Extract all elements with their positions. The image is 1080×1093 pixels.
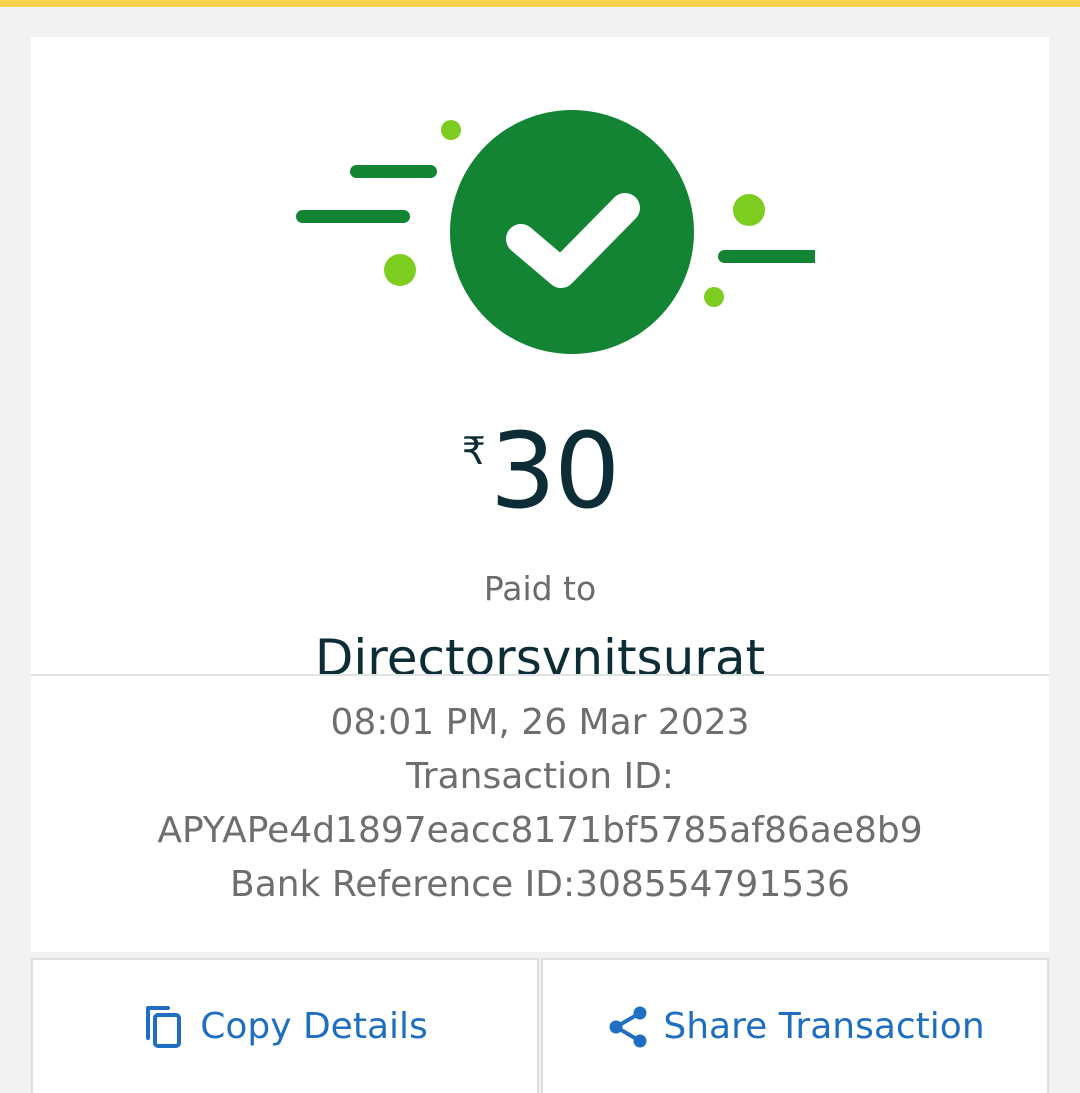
paid-to-label: Paid to xyxy=(483,569,597,608)
amount-display: ₹30 xyxy=(31,415,1049,527)
transaction-id-value: APYAPe4d1897eacc8171bf5785af86ae8b9 xyxy=(157,810,923,851)
transaction-details: 08:01 PM, 26 Mar 2023 Transaction ID: AP… xyxy=(31,676,1049,952)
share-transaction-label: Share Transaction xyxy=(663,1006,985,1047)
share-icon xyxy=(609,1006,647,1047)
transaction-datetime: 08:01 PM, 26 Mar 2023 xyxy=(330,702,750,743)
copy-icon xyxy=(146,1005,182,1048)
top-accent-bar xyxy=(0,0,1080,7)
currency-symbol: ₹ xyxy=(461,429,486,473)
amount-value: 30 xyxy=(489,410,620,532)
transaction-id-label: Transaction ID: xyxy=(406,756,674,797)
share-transaction-button[interactable]: Share Transaction xyxy=(541,958,1049,1093)
copy-details-button[interactable]: Copy Details xyxy=(31,958,539,1093)
success-check-icon xyxy=(296,110,815,354)
copy-details-label: Copy Details xyxy=(200,1006,428,1047)
payment-summary-card: ₹30 Paid to Directorsvnitsurat xyxy=(31,37,1049,687)
bank-reference-id: Bank Reference ID:308554791536 xyxy=(230,864,850,905)
action-bar: Copy Details Share Transaction xyxy=(31,958,1049,1093)
